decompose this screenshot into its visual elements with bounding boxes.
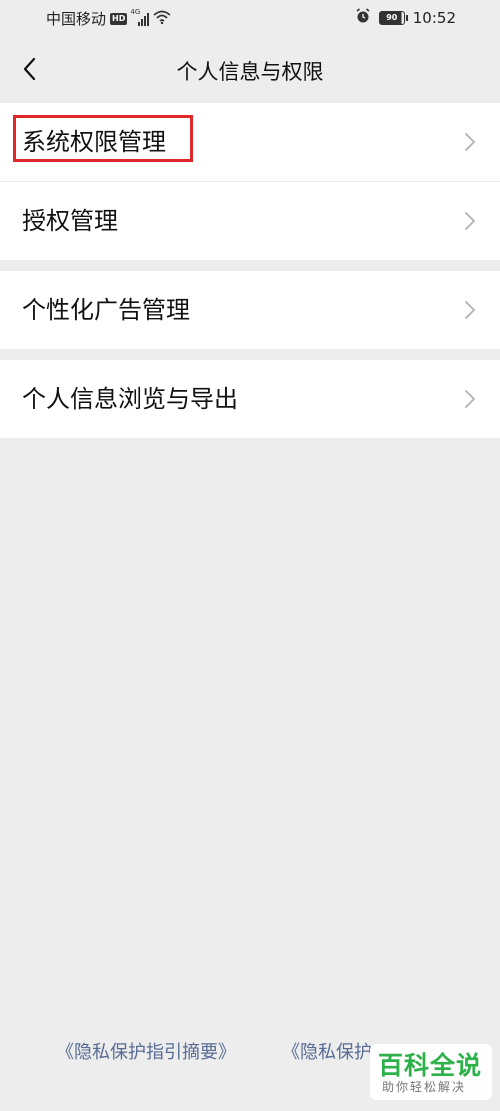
chevron-right-icon bbox=[465, 390, 475, 408]
chevron-right-icon bbox=[465, 212, 475, 230]
menu-item-label: 个人信息浏览与导出 bbox=[22, 385, 238, 413]
clock: 10:52 bbox=[412, 9, 456, 27]
signal-icon: 4G bbox=[130, 8, 150, 26]
privacy-summary-link[interactable]: 《隐私保护指引摘要》 bbox=[56, 1038, 236, 1064]
menu-item-label: 个性化广告管理 bbox=[22, 296, 190, 324]
wifi-icon bbox=[153, 10, 171, 28]
menu-group-ads: 个性化广告管理 bbox=[0, 271, 500, 349]
menu-item-personalized-ads[interactable]: 个性化广告管理 bbox=[0, 271, 500, 349]
status-bar: 中国移动 HD 4G 90 10:52 bbox=[0, 0, 500, 38]
menu-item-label: 授权管理 bbox=[22, 207, 118, 235]
highlight-box bbox=[13, 115, 193, 162]
chevron-right-icon bbox=[465, 301, 475, 319]
network-type-label: 4G bbox=[130, 7, 141, 16]
carrier-label: 中国移动 bbox=[46, 10, 107, 28]
menu-item-authorization[interactable]: 授权管理 bbox=[0, 182, 500, 260]
watermark-subtitle: 助你轻松解决 bbox=[382, 1080, 467, 1094]
menu-item-system-permissions[interactable]: 系统权限管理 bbox=[0, 103, 500, 181]
battery-icon: 90 bbox=[378, 11, 408, 25]
alarm-icon bbox=[355, 8, 371, 28]
chevron-right-icon bbox=[465, 133, 475, 151]
menu-group-data-export: 个人信息浏览与导出 bbox=[0, 360, 500, 438]
page-title: 个人信息与权限 bbox=[176, 60, 324, 84]
nav-header: 个人信息与权限 bbox=[0, 38, 500, 102]
status-right: 90 10:52 bbox=[355, 8, 456, 28]
hd-badge: HD bbox=[110, 12, 128, 25]
battery-level: 90 bbox=[386, 13, 398, 22]
menu-item-info-browse-export[interactable]: 个人信息浏览与导出 bbox=[0, 360, 500, 438]
watermark-title: 百科全说 bbox=[378, 1051, 483, 1080]
menu-group-permissions: 系统权限管理 授权管理 bbox=[0, 103, 500, 260]
watermark-logo: 百科全说 助你轻松解决 bbox=[370, 1044, 492, 1100]
privacy-policy-link[interactable]: 《隐私保护 bbox=[282, 1038, 372, 1064]
status-left: 中国移动 HD 4G bbox=[46, 8, 171, 29]
